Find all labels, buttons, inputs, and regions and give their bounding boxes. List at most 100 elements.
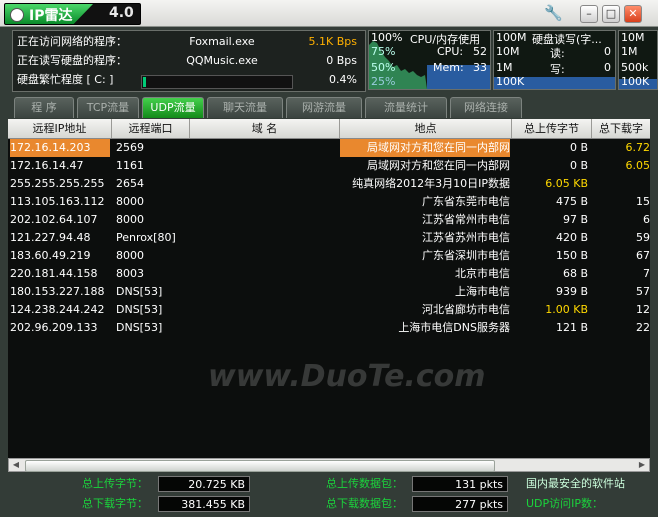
cell-location: 上海市电信DNS服务器 (398, 321, 510, 334)
tab-game-traffic[interactable]: 网游流量 (286, 97, 362, 118)
app-window: IP雷达 4.0 🔧 – □ ✕ 正在访问网络的程序： Foxmail.exe … (0, 0, 658, 517)
net-scale-10m: 10M (621, 31, 645, 44)
cell-remote-port: DNS[53] (116, 321, 163, 334)
cell-upload-bytes: 0 B (569, 159, 588, 172)
cell-location: 江苏省苏州市电信 (422, 231, 510, 244)
col-download-bytes[interactable]: 总下载字 (592, 119, 650, 138)
cpu-label: CPU: (437, 45, 464, 58)
tab-connections[interactable]: 网络连接 (450, 97, 522, 118)
table-row[interactable]: 202.96.209.133 DNS[53] 上海市电信DNS服务器 121 B 22 (8, 319, 650, 337)
activity-panel: 正在访问网络的程序： Foxmail.exe 5.1K Bps 正在读写硬盘的程… (12, 30, 366, 92)
table-row[interactable]: 113.105.163.112 8000 广东省东莞市电信 475 B 15 (8, 193, 650, 211)
network-speed: 5.1K Bps (308, 35, 357, 48)
cell-domain (192, 139, 338, 157)
cell-download-bytes: 6 (643, 213, 650, 226)
cell-remote-port: 2654 (116, 177, 144, 190)
cell-download-bytes (592, 175, 650, 193)
cell-remote-ip: 172.16.14.47 (10, 159, 84, 172)
col-domain[interactable]: 域 名 (190, 119, 340, 138)
net-scale-500k: 500k (621, 61, 649, 74)
cell-domain (192, 283, 338, 301)
title-bar[interactable]: IP雷达 4.0 🔧 – □ ✕ (0, 0, 658, 27)
disk-speed: 0 Bps (326, 54, 357, 67)
table-row[interactable]: 183.60.49.219 8000 广东省深圳市电信 150 B 67 (8, 247, 650, 265)
cell-download-bytes: 6.72 (625, 141, 651, 154)
scroll-left-icon[interactable]: ◀ (9, 459, 23, 471)
table-row[interactable]: 172.16.14.47 1161 局域网对方和您在同一内部网 0 B 6.05 (8, 157, 650, 175)
cell-remote-ip: 255.255.255.255 (10, 177, 105, 190)
col-location[interactable]: 地点 (340, 119, 512, 138)
cell-domain (192, 301, 338, 319)
tab-tcp-traffic[interactable]: TCP流量 (77, 97, 139, 118)
total-upload-packets-label: 总上传数据包： (326, 477, 403, 490)
cell-remote-ip: 172.16.14.203 (10, 139, 110, 157)
site-slogan: 国内最安全的软件站 (526, 477, 625, 490)
cell-upload-bytes: 68 B (562, 267, 588, 280)
cell-download-bytes: 59 (636, 231, 650, 244)
cell-upload-bytes: 475 B (555, 195, 588, 208)
total-download-packets-label: 总下载数据包： (326, 497, 403, 510)
cell-upload-bytes: 150 B (555, 249, 588, 262)
app-version: 4.0 (109, 5, 134, 21)
cell-domain (192, 265, 338, 283)
cell-domain (192, 175, 338, 193)
cell-upload-bytes: 1.00 KB (545, 303, 588, 316)
table-row[interactable]: 172.16.14.203 2569 局域网对方和您在同一内部网 0 B 6.72 (8, 139, 650, 157)
table-row[interactable]: 255.255.255.255 2654 纯真网络2012年3月10日IP数据 6.0… (8, 175, 650, 193)
cell-location: 上海市电信 (455, 285, 510, 298)
total-download-bytes: 381.455 KB (158, 496, 250, 512)
col-upload-bytes[interactable]: 总上传字节 (512, 119, 592, 138)
total-download-bytes-label: 总下载字节： (82, 497, 148, 510)
table-row[interactable]: 124.238.244.242 DNS[53] 河北省廊坊市电信 1.00 KB 12 (8, 301, 650, 319)
app-title: IP雷达 (29, 8, 73, 24)
cell-location: 河北省廊坊市电信 (422, 303, 510, 316)
maximize-button[interactable]: □ (602, 5, 620, 23)
col-remote-ip[interactable]: 远程IP地址 (8, 119, 112, 138)
disk-busy-value: 0.4% (329, 73, 357, 86)
cell-remote-ip: 124.238.244.242 (10, 303, 105, 316)
cell-download-bytes: 12 (636, 303, 650, 316)
tab-programs[interactable]: 程 序 (14, 97, 74, 118)
cell-location: 江苏省常州市电信 (422, 213, 510, 226)
tab-chat-traffic[interactable]: 聊天流量 (207, 97, 283, 118)
cell-remote-ip: 113.105.163.112 (10, 195, 105, 208)
cell-location: 广东省深圳市电信 (422, 249, 510, 262)
tab-udp-traffic[interactable]: UDP流量 (142, 97, 204, 118)
radar-eye-icon (10, 8, 24, 22)
cell-remote-port: 8000 (116, 213, 144, 226)
minimize-button[interactable]: – (580, 5, 598, 23)
wrench-icon[interactable]: 🔧 (544, 4, 563, 22)
close-button[interactable]: ✕ (624, 5, 642, 23)
cell-remote-port: DNS[53] (116, 285, 163, 298)
network-program-name: Foxmail.exe (189, 35, 255, 48)
scroll-thumb[interactable] (25, 460, 495, 472)
table-row[interactable]: 180.153.227.188 DNS[53] 上海市电信 939 B 57 (8, 283, 650, 301)
table-row[interactable]: 220.181.44.158 8003 北京市电信 68 B 7 (8, 265, 650, 283)
disk-scale-10m: 10M (496, 45, 520, 58)
scroll-right-icon[interactable]: ▶ (635, 459, 649, 471)
cell-remote-port: 8003 (116, 267, 144, 280)
disk-busy-label: 硬盘繁忙程度 [ C: ] (17, 73, 114, 86)
table-row[interactable]: 202.102.64.107 8000 江苏省常州市电信 97 B 6 (8, 211, 650, 229)
cell-remote-port: 8000 (116, 195, 144, 208)
cell-domain (192, 211, 338, 229)
cell-location: 北京市电信 (455, 267, 510, 280)
total-upload-packets: 131 pkts (412, 476, 508, 492)
tab-traffic-stats[interactable]: 流量统计 (365, 97, 447, 118)
cpu-scale-75: 75% (371, 45, 396, 58)
col-remote-port[interactable]: 远程端口 (112, 119, 190, 138)
cell-remote-port: DNS[53] (116, 303, 163, 316)
table-row[interactable]: 121.227.94.48 Penrox[80] 江苏省苏州市电信 420 B 59 (8, 229, 650, 247)
disk-program-row: 正在读写硬盘的程序： QQMusic.exe 0 Bps (17, 52, 361, 70)
disk-program-label: 正在读写硬盘的程序： (17, 54, 127, 67)
cell-location: 局域网对方和您在同一内部网 (367, 159, 510, 172)
cell-download-bytes: 22 (636, 321, 650, 334)
cell-domain (192, 157, 338, 175)
cell-download-bytes: 15 (636, 195, 650, 208)
cpu-scale-100: 100% (371, 31, 403, 44)
horizontal-scrollbar[interactable]: ◀ ▶ (8, 458, 650, 472)
cell-remote-port: 8000 (116, 249, 144, 262)
cell-location: 广东省东莞市电信 (422, 195, 510, 208)
total-upload-bytes-label: 总上传字节： (82, 477, 148, 490)
cpu-scale-25: 25% (371, 75, 396, 88)
